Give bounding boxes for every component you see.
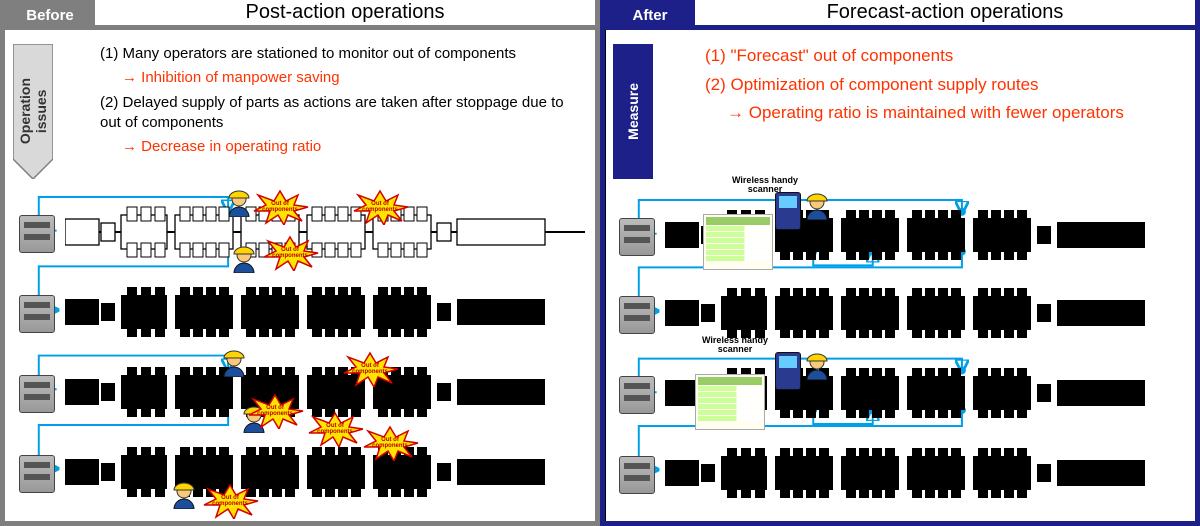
out-of-components-burst: Out of components xyxy=(350,189,410,225)
comparison-diagram: Before Post-action operations Operation … xyxy=(0,0,1200,526)
before-header: Before Post-action operations xyxy=(5,0,595,30)
operation-issues-label: Operation issues xyxy=(17,78,49,144)
operator-icon xyxy=(225,189,253,217)
after-title: Forecast-action operations xyxy=(695,0,1195,30)
production-line-4 xyxy=(65,441,585,503)
handy-scanner-icon xyxy=(775,192,801,230)
after-header: After Forecast-action operations xyxy=(605,0,1195,30)
measure-tag: Measure xyxy=(613,44,653,179)
handy-scanner-icon xyxy=(775,352,801,390)
after-bullet-1: (1) "Forecast" out of components xyxy=(705,44,1195,69)
measure-label: Measure xyxy=(625,83,641,140)
out-of-components-burst: Out of components xyxy=(360,425,420,461)
before-bullet-2: (2) Delayed supply of parts as actions a… xyxy=(100,93,570,134)
parts-rack-icon xyxy=(19,455,55,493)
after-panel: After Forecast-action operations Measure… xyxy=(600,0,1200,526)
operator-icon xyxy=(230,245,258,273)
after-bullet-2: (2) Optimization of component supply rou… xyxy=(705,73,1195,98)
operator-icon xyxy=(220,349,248,377)
before-bullet-2-result: → Decrease in operating ratio xyxy=(100,137,570,157)
before-panel: Before Post-action operations Operation … xyxy=(0,0,600,526)
forecast-panel-icon xyxy=(703,214,773,270)
out-of-components-burst: Out of components xyxy=(245,393,305,429)
parts-rack-icon xyxy=(619,218,655,256)
before-badge: Before xyxy=(5,0,95,30)
out-of-components-burst: Out of components xyxy=(305,411,365,447)
before-bullet-1: (1) Many operators are stationed to moni… xyxy=(100,44,570,64)
parts-rack-icon xyxy=(619,296,655,334)
before-bullet-1-result: → Inhibition of manpower saving xyxy=(100,68,570,88)
before-lines-area: Out of components Out of components Out … xyxy=(15,193,585,513)
before-text-block: (1) Many operators are stationed to moni… xyxy=(100,44,570,157)
parts-rack-icon xyxy=(19,215,55,253)
parts-rack-icon xyxy=(19,375,55,413)
out-of-components-burst: Out of components xyxy=(260,235,320,271)
before-title: Post-action operations xyxy=(95,0,595,30)
operator-icon xyxy=(803,192,831,220)
production-line-4 xyxy=(665,442,1185,504)
after-bullet-2-result: → Operating ratio is maintained with few… xyxy=(705,101,1195,126)
scanner-label: Wireless handy scanner xyxy=(695,336,775,354)
forecast-panel-icon xyxy=(695,374,765,430)
production-line-2 xyxy=(65,281,585,343)
parts-rack-icon xyxy=(19,295,55,333)
parts-rack-icon xyxy=(619,376,655,414)
after-lines-area: Wireless handy scanner Wireless handy sc… xyxy=(615,198,1185,513)
production-line-1 xyxy=(65,201,585,263)
operator-icon xyxy=(803,352,831,380)
out-of-components-burst: Out of components xyxy=(200,483,260,519)
operator-icon xyxy=(170,481,198,509)
out-of-components-burst: Out of components xyxy=(340,351,400,387)
parts-rack-icon xyxy=(619,456,655,494)
operation-issues-tag: Operation issues xyxy=(13,44,53,179)
out-of-components-burst: Out of components xyxy=(250,189,310,225)
after-text-block: (1) "Forecast" out of components (2) Opt… xyxy=(705,44,1195,126)
after-badge: After xyxy=(605,0,695,30)
